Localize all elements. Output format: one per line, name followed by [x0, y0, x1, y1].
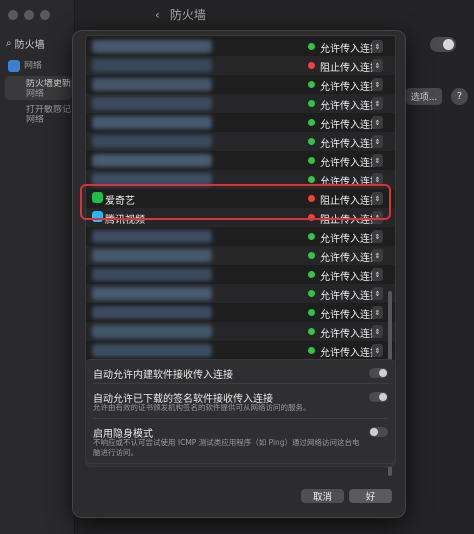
blurred-app-name: [92, 40, 212, 53]
blurred-app-name: [92, 230, 212, 243]
app-list-row[interactable]: 允许传入连接 ⇕: [86, 37, 395, 56]
window-title-bar: ‹ 防火墙: [155, 6, 206, 23]
cancel-button[interactable]: 取消: [301, 489, 344, 503]
popup-chevron-icon[interactable]: ⇕: [372, 306, 383, 319]
status-dot-icon: [308, 347, 315, 354]
status-dot-icon: [308, 271, 315, 278]
app-list-row[interactable]: 允许传入连接 ⇕: [86, 151, 395, 170]
status-dot-icon: [308, 43, 315, 50]
window-title: 防火墙: [169, 8, 206, 22]
popup-chevron-icon[interactable]: ⇕: [372, 325, 383, 338]
app-list-row[interactable]: 允许传入连接 ⇕: [86, 303, 395, 322]
blurred-app-name: [92, 249, 212, 262]
status-dot-icon: [308, 233, 315, 240]
connection-status-popup[interactable]: 阻止传入连接: [320, 59, 380, 74]
popup-chevron-icon[interactable]: ⇕: [372, 78, 383, 91]
status-dot-icon: [308, 328, 315, 335]
status-dot-icon: [308, 119, 315, 126]
connection-status-popup[interactable]: 允许传入连接: [320, 249, 380, 264]
popup-chevron-icon[interactable]: ⇕: [372, 268, 383, 281]
stealth-mode-description: 不响应或不认可尝试使用 ICMP 测试类应用程序（如 Ping）通过网络访问这台…: [93, 438, 360, 457]
blurred-app-name: [92, 78, 212, 91]
help-button[interactable]: ?: [451, 88, 468, 105]
blurred-app-name: [92, 306, 212, 319]
divider: [93, 383, 388, 384]
app-list-row[interactable]: 允许传入连接 ⇕: [86, 227, 395, 246]
status-dot-icon: [308, 176, 315, 183]
connection-status-popup[interactable]: 允许传入连接: [320, 78, 380, 93]
status-dot-icon: [308, 290, 315, 297]
status-dot-icon: [308, 252, 315, 259]
connection-status-popup[interactable]: 允许传入连接: [320, 268, 380, 283]
connection-status-popup[interactable]: 允许传入连接: [320, 344, 380, 359]
status-dot-icon: [308, 62, 315, 69]
stealth-mode-switch[interactable]: [369, 427, 388, 437]
app-list-row[interactable]: 阻止传入连接 ⇕: [86, 56, 395, 75]
builtin-software-label: 自动允许内建软件接收传入连接: [93, 370, 233, 381]
app-list-row[interactable]: 允许传入连接 ⇕: [86, 341, 395, 360]
divider: [93, 418, 388, 419]
status-dot-icon: [308, 81, 315, 88]
popup-chevron-icon[interactable]: ⇕: [372, 230, 383, 243]
connection-status-popup[interactable]: 允许传入连接: [320, 154, 380, 169]
blurred-app-name: [92, 344, 212, 357]
connection-status-popup[interactable]: 允许传入连接: [320, 116, 380, 131]
app-list-row[interactable]: 允许传入连接 ⇕: [86, 265, 395, 284]
app-list-row[interactable]: 允许传入连接 ⇕: [86, 94, 395, 113]
status-dot-icon: [308, 309, 315, 316]
ok-button[interactable]: 好: [349, 489, 392, 503]
blurred-app-name: [92, 325, 212, 338]
zoom-window-button[interactable]: [40, 10, 50, 20]
connection-status-popup[interactable]: 允许传入连接: [320, 97, 380, 112]
connection-status-popup[interactable]: 允许传入连接: [320, 325, 380, 340]
status-dot-icon: [308, 138, 315, 145]
popup-chevron-icon[interactable]: ⇕: [372, 116, 383, 129]
sidebar-search-field[interactable]: ⌕ 防火墙: [6, 33, 72, 53]
sidebar-search-text: 防火墙: [14, 39, 45, 51]
settings-sidebar: ⌕ 防火墙 网络 防火墙更新 网络 打开敏感记 网络: [0, 0, 75, 534]
search-icon: ⌕: [6, 37, 12, 49]
app-list-row[interactable]: 允许传入连接 ⇕: [86, 246, 395, 265]
connection-status-popup[interactable]: 允许传入连接: [320, 40, 380, 55]
builtin-software-switch[interactable]: [369, 368, 388, 378]
app-list-row[interactable]: 允许传入连接 ⇕: [86, 284, 395, 303]
blurred-app-name: [92, 59, 212, 72]
firewall-toggle[interactable]: [430, 37, 456, 52]
firewall-options-sheet: 允许传入连接 ⇕ 阻止传入连接 ⇕ 允许传入连接 ⇕ 允许传入连接 ⇕ 允许传入连接 ⇕ 允许传入连…: [72, 30, 406, 518]
options-settings-box: 自动允许内建软件接收传入连接 自动允许已下载的签名软件接收传入连接 允许由有效的…: [85, 359, 396, 464]
blurred-app-name: [92, 287, 212, 300]
popup-chevron-icon[interactable]: ⇕: [372, 344, 383, 357]
app-list-row[interactable]: 允许传入连接 ⇕: [86, 132, 395, 151]
status-dot-icon: [308, 100, 315, 107]
connection-status-popup[interactable]: 允许传入连接: [320, 306, 380, 321]
blurred-app-name: [92, 154, 212, 167]
popup-chevron-icon[interactable]: ⇕: [372, 287, 383, 300]
popup-chevron-icon[interactable]: ⇕: [372, 97, 383, 110]
blurred-app-name: [92, 116, 212, 129]
close-window-button[interactable]: [8, 10, 18, 20]
status-dot-icon: [308, 157, 315, 164]
highlight-annotation: [80, 184, 391, 220]
app-list-row[interactable]: 允许传入连接 ⇕: [86, 75, 395, 94]
network-icon: [8, 60, 20, 72]
app-list-row[interactable]: 允许传入连接 ⇕: [86, 113, 395, 132]
blurred-app-name: [92, 97, 212, 110]
app-list-row[interactable]: 允许传入连接 ⇕: [86, 322, 395, 341]
back-chevron-icon[interactable]: ‹: [155, 8, 160, 22]
popup-chevron-icon[interactable]: ⇕: [372, 59, 383, 72]
minimize-window-button[interactable]: [24, 10, 34, 20]
options-button[interactable]: 选项...: [406, 88, 442, 105]
connection-status-popup[interactable]: 允许传入连接: [320, 287, 380, 302]
signed-software-description: 允许由有效的证书颁发机构签名的软件提供可从网络访问的服务。: [93, 403, 311, 412]
blurred-app-name: [92, 268, 212, 281]
blurred-app-name: [92, 135, 212, 148]
connection-status-popup[interactable]: 允许传入连接: [320, 230, 380, 245]
signed-software-switch[interactable]: [369, 392, 388, 402]
popup-chevron-icon[interactable]: ⇕: [372, 135, 383, 148]
popup-chevron-icon[interactable]: ⇕: [372, 249, 383, 262]
popup-chevron-icon[interactable]: ⇕: [372, 154, 383, 167]
connection-status-popup[interactable]: 允许传入连接: [320, 135, 380, 150]
popup-chevron-icon[interactable]: ⇕: [372, 40, 383, 53]
